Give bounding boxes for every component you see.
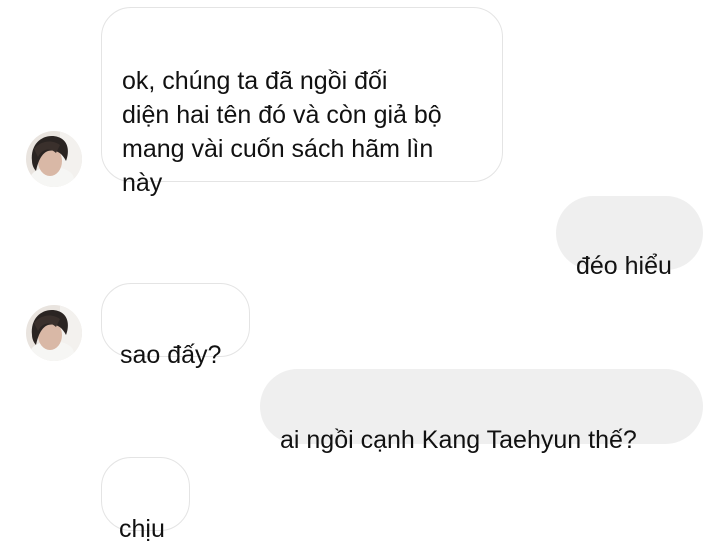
message-text: sao đấy? [120, 341, 222, 369]
contact-avatar[interactable] [26, 305, 82, 361]
message-text: đéo hiểu [576, 252, 672, 280]
avatar-photo-icon [26, 131, 82, 187]
message-text: ok, chúng ta đã ngồi đối diện hai tên đó… [122, 67, 442, 197]
message-incoming[interactable]: sao đấy? [101, 283, 250, 369]
message-incoming[interactable]: chịu [101, 457, 190, 543]
contact-avatar[interactable] [26, 131, 82, 187]
message-incoming[interactable]: ok, chúng ta đã ngồi đối diện hai tên đó… [101, 7, 503, 197]
message-text: chịu [119, 515, 165, 543]
message-text: ai ngồi cạnh Kang Taehyun thế? [280, 426, 637, 454]
message-outgoing[interactable]: đéo hiểu [556, 196, 703, 280]
message-outgoing[interactable]: ai ngồi cạnh Kang Taehyun thế? [260, 369, 703, 454]
avatar-photo-icon [26, 305, 82, 361]
